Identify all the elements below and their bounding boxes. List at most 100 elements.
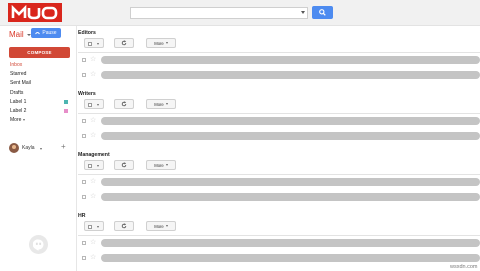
email-row[interactable]: ☆	[78, 68, 480, 83]
chevron-down-icon	[165, 164, 168, 166]
hangouts-icon[interactable]	[29, 235, 48, 254]
star-icon[interactable]: ☆	[90, 178, 96, 186]
more-button[interactable]: More	[146, 221, 176, 231]
mail-menu[interactable]: Mail	[9, 30, 31, 39]
refresh-icon	[121, 101, 127, 107]
row-checkbox[interactable]	[82, 134, 86, 138]
email-row[interactable]: ☆	[78, 190, 480, 205]
row-checkbox[interactable]	[82, 58, 86, 62]
watermark: wsxdn.com	[450, 264, 478, 270]
redacted-email-bar	[101, 254, 480, 262]
section-toolbar: More	[78, 99, 238, 111]
email-row[interactable]: ☆	[78, 251, 480, 266]
sidebar-item-label-2[interactable]: Label 2	[0, 107, 76, 116]
sidebar-item-drafts[interactable]: Drafts	[0, 89, 76, 98]
sidebar-item-starred[interactable]: Starred	[0, 70, 76, 79]
sidebar-item-label: Drafts	[10, 89, 24, 96]
redacted-email-bar	[101, 239, 480, 247]
section-toolbar: More	[78, 221, 238, 233]
row-checkbox[interactable]	[82, 256, 86, 260]
refresh-icon	[121, 223, 127, 229]
search-options-caret-icon[interactable]	[301, 11, 305, 14]
star-icon[interactable]: ☆	[90, 254, 96, 262]
sidebar-item-label-1[interactable]: Label 1	[0, 98, 76, 107]
chevron-down-icon	[165, 103, 168, 105]
sidebar-item-label: Starred	[10, 71, 27, 78]
more-label: More	[154, 40, 164, 46]
compose-button[interactable]: COMPOSE	[9, 47, 70, 58]
hangouts-account[interactable]: Kayla +	[9, 142, 71, 153]
refresh-button[interactable]	[114, 160, 134, 170]
chevron-down-icon	[97, 43, 99, 45]
more-label: More	[154, 101, 164, 107]
row-checkbox[interactable]	[82, 119, 86, 123]
email-row[interactable]: ☆	[78, 53, 480, 68]
sidebar-item-label: Label 1	[10, 98, 27, 105]
star-icon[interactable]: ☆	[90, 193, 96, 201]
star-icon[interactable]: ☆	[90, 239, 96, 247]
muo-logo[interactable]	[8, 3, 62, 22]
chevron-down-icon[interactable]	[40, 147, 42, 150]
compose-label: COMPOSE	[27, 50, 52, 55]
row-checkbox[interactable]	[82, 73, 86, 77]
email-row[interactable]: ☆	[78, 175, 480, 190]
quote-bubble-icon	[33, 238, 44, 251]
sidebar-item-label: Inbox	[10, 62, 23, 68]
section-toolbar: More	[78, 160, 238, 172]
label-color-swatch[interactable]	[64, 109, 68, 114]
add-contact-button[interactable]: +	[61, 142, 66, 151]
section-toolbar: More	[78, 38, 238, 50]
search-icon	[319, 9, 326, 16]
chevron-down-icon	[97, 104, 99, 106]
section-title: Editors	[78, 30, 96, 36]
select-checkbox-dropdown[interactable]	[84, 221, 104, 231]
sidebar-nav: Inbox Starred Sent Mail Drafts Label 1 L…	[0, 61, 76, 125]
star-icon[interactable]: ☆	[90, 117, 96, 125]
more-button[interactable]: More	[146, 99, 176, 109]
star-icon[interactable]: ☆	[90, 132, 96, 140]
redacted-email-bar	[101, 193, 480, 201]
mail-label: Mail	[9, 30, 24, 39]
refresh-icon	[121, 40, 127, 46]
redacted-email-bar	[101, 56, 480, 64]
row-checkbox[interactable]	[82, 241, 86, 245]
select-checkbox-dropdown[interactable]	[84, 38, 104, 48]
sidebar-item-label: More	[10, 117, 22, 124]
label-color-swatch[interactable]	[64, 100, 68, 105]
refresh-button[interactable]	[114, 99, 134, 109]
star-icon[interactable]: ☆	[90, 71, 96, 79]
redacted-email-bar	[101, 132, 480, 140]
redacted-email-bar	[101, 71, 480, 79]
sidebar-item-sent-mail[interactable]: Sent Mail	[0, 79, 76, 88]
refresh-button[interactable]	[114, 38, 134, 48]
sidebar-item-more[interactable]: More	[0, 116, 76, 125]
more-button[interactable]: More	[146, 160, 176, 170]
email-row[interactable]: ☆	[78, 236, 480, 251]
more-label: More	[154, 223, 164, 229]
star-icon[interactable]: ☆	[90, 56, 96, 64]
search-button[interactable]	[312, 6, 333, 19]
redacted-email-bar	[101, 117, 480, 125]
section-title: Management	[78, 152, 110, 158]
chevron-down-icon	[23, 118, 26, 121]
checkbox-icon	[88, 224, 92, 229]
redacted-email-bar	[101, 178, 480, 186]
refresh-button[interactable]	[114, 221, 134, 231]
select-checkbox-dropdown[interactable]	[84, 99, 104, 109]
more-label: More	[154, 162, 164, 168]
search-input[interactable]	[130, 7, 308, 19]
checkbox-icon	[88, 163, 92, 168]
avatar[interactable]	[9, 143, 19, 153]
section-title: HR	[78, 213, 86, 219]
email-row[interactable]: ☆	[78, 114, 480, 129]
section-title: Writers	[78, 91, 96, 97]
row-checkbox[interactable]	[82, 195, 86, 199]
checkbox-icon	[88, 41, 92, 46]
refresh-icon	[121, 162, 127, 168]
more-button[interactable]: More	[146, 38, 176, 48]
email-row[interactable]: ☆	[78, 129, 480, 144]
pause-button[interactable]: Pause	[31, 28, 61, 38]
select-checkbox-dropdown[interactable]	[84, 160, 104, 170]
sidebar-item-inbox[interactable]: Inbox	[0, 61, 76, 70]
row-checkbox[interactable]	[82, 180, 86, 184]
